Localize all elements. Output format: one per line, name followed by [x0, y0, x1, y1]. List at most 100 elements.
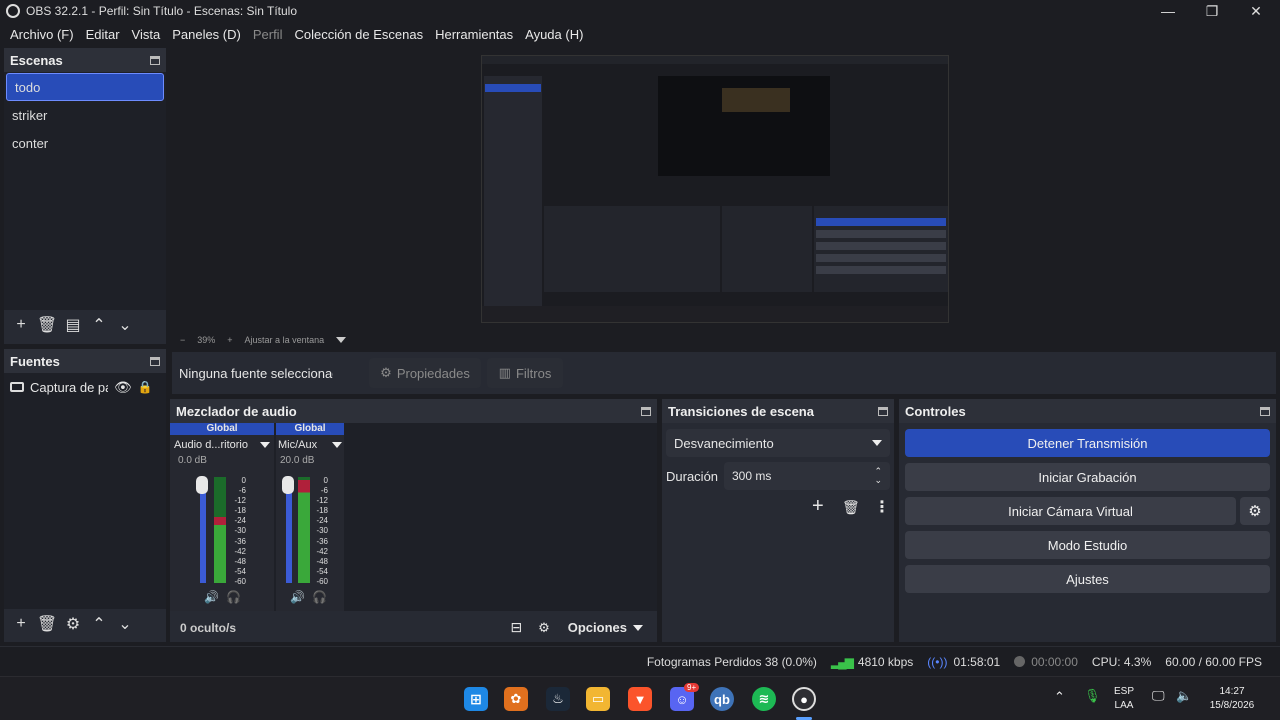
- add-transition-icon[interactable]: +: [812, 495, 824, 518]
- menu-paneles[interactable]: Paneles (D): [166, 27, 247, 42]
- eye-icon[interactable]: 👁: [114, 379, 132, 396]
- microphone-icon[interactable]: 🎙: [1084, 689, 1101, 703]
- filters-icon: ▥: [498, 365, 511, 380]
- speaker-icon[interactable]: 🔊: [290, 590, 305, 604]
- signal-bars-icon: ▂▄▆: [830, 654, 854, 669]
- monitor-icon: [10, 382, 24, 392]
- volume-slider-track[interactable]: [200, 479, 206, 583]
- stop-stream-button[interactable]: Detener Transmisión: [905, 429, 1270, 457]
- brave-icon[interactable]: ▼: [628, 687, 652, 711]
- spotify-icon[interactable]: ≋: [752, 687, 776, 711]
- source-item[interactable]: Captura de pa 👁 🔒: [4, 373, 166, 401]
- sources-toolbar: + 🗑 ⚙ ⌃ ⌄: [4, 609, 166, 639]
- stream-time: 01:58:01: [953, 654, 1001, 669]
- fl-studio-icon[interactable]: ✿: [504, 687, 528, 711]
- undock-icon[interactable]: [150, 356, 160, 366]
- scene-filters-icon[interactable]: ▤: [60, 312, 86, 338]
- move-down-icon[interactable]: ⌄: [112, 611, 138, 637]
- menu-herramientas[interactable]: Herramientas: [429, 27, 519, 42]
- sources-dock: Fuentes Captura de pa 👁 🔒 + 🗑 ⚙ ⌃ ⌄: [4, 349, 166, 642]
- scene-item-striker[interactable]: striker: [4, 101, 166, 129]
- volume-slider-handle[interactable]: [196, 476, 208, 494]
- menu-coleccion[interactable]: Colección de Escenas: [288, 27, 429, 42]
- bitrate: 4810 kbps: [857, 654, 914, 669]
- duration-spinbox[interactable]: 300 ms ⌃ ⌄: [724, 462, 890, 490]
- lock-icon[interactable]: 🔒: [138, 380, 153, 394]
- advanced-audio-icon[interactable]: ⚙: [538, 620, 550, 636]
- menu-editar[interactable]: Editar: [80, 27, 126, 42]
- headphones-icon[interactable]: 🎧: [312, 590, 327, 604]
- menu-bar: Archivo (F) Editar Vista Paneles (D) Per…: [0, 22, 1280, 46]
- zoom-out-icon[interactable]: −: [180, 335, 185, 345]
- steam-icon[interactable]: ♨: [546, 687, 570, 711]
- volume-slider-handle[interactable]: [282, 476, 294, 494]
- obs-logo-icon: [6, 4, 20, 18]
- windows-start-icon[interactable]: ⊞: [464, 687, 488, 711]
- undock-icon[interactable]: [1260, 406, 1270, 416]
- source-label: Captura de pa: [30, 379, 108, 395]
- duration-label: Duración: [666, 469, 719, 484]
- start-recording-button[interactable]: Iniciar Grabación: [905, 463, 1270, 491]
- maximize-icon[interactable]: ❐: [1190, 0, 1234, 22]
- qbittorrent-icon[interactable]: qb: [710, 687, 734, 711]
- clock[interactable]: 14:27 15/8/2026: [1204, 685, 1260, 713]
- dropped-frames: Fotogramas Perdidos 38 (0.0%): [646, 654, 817, 669]
- remove-transition-icon[interactable]: 🗑: [842, 499, 860, 516]
- scenes-list: todo striker conter: [4, 72, 166, 310]
- undock-icon[interactable]: [878, 406, 888, 416]
- studio-mode-button[interactable]: Modo Estudio: [905, 531, 1270, 559]
- remove-scene-icon[interactable]: 🗑: [34, 312, 60, 338]
- volume-icon[interactable]: 🔈: [1176, 689, 1192, 703]
- add-source-icon[interactable]: +: [8, 611, 34, 637]
- menu-ayuda[interactable]: Ayuda (H): [519, 27, 589, 42]
- close-icon[interactable]: ✕: [1234, 0, 1278, 22]
- gear-icon: ⚙: [380, 365, 392, 380]
- move-down-icon[interactable]: ⌄: [112, 312, 138, 338]
- virtual-camera-button[interactable]: Iniciar Cámara Virtual: [905, 497, 1236, 525]
- channel-menu-icon[interactable]: [260, 442, 270, 448]
- add-scene-icon[interactable]: +: [8, 312, 34, 338]
- cpu-usage: CPU: 4.3%: [1091, 654, 1152, 669]
- channel-menu-icon[interactable]: [332, 442, 342, 448]
- options-button[interactable]: Opciones: [568, 620, 627, 635]
- fit-window-label[interactable]: Ajustar a la ventana: [245, 335, 325, 345]
- record-icon: [1014, 656, 1026, 667]
- undock-icon[interactable]: [150, 55, 160, 65]
- undock-icon[interactable]: [641, 406, 651, 416]
- scene-item-todo[interactable]: todo: [6, 73, 164, 101]
- source-properties-icon[interactable]: ⚙: [60, 611, 86, 637]
- chevron-up-icon[interactable]: ⌃: [1054, 690, 1065, 704]
- menu-archivo[interactable]: Archivo (F): [4, 27, 80, 42]
- speaker-icon[interactable]: 🔊: [204, 590, 219, 604]
- network-icon[interactable]: 🖵: [1152, 689, 1165, 703]
- settings-button[interactable]: Ajustes: [905, 565, 1270, 593]
- more-options-icon[interactable]: ⋮: [874, 497, 890, 517]
- preview-capture: [481, 55, 949, 323]
- volume-slider-track[interactable]: [286, 479, 292, 583]
- remove-source-icon[interactable]: 🗑: [34, 611, 60, 637]
- move-up-icon[interactable]: ⌃: [86, 611, 112, 637]
- filters-button: ▥ Filtros: [487, 358, 563, 388]
- language-indicator[interactable]: ESP LAA: [1114, 685, 1134, 713]
- file-explorer-icon[interactable]: ▭: [586, 687, 610, 711]
- minimize-icon[interactable]: —: [1146, 0, 1190, 22]
- move-up-icon[interactable]: ⌃: [86, 312, 112, 338]
- preview-zoom-bar: − 39% + Ajustar a la ventana: [174, 332, 1278, 348]
- transition-select[interactable]: Desvanecimiento: [666, 429, 890, 457]
- scenes-dock: Escenas todo striker conter + 🗑 ▤ ⌃ ⌄: [4, 48, 166, 344]
- properties-button: ⚙ Propiedades: [369, 358, 481, 388]
- options-dropdown-icon[interactable]: [633, 624, 643, 631]
- obs-taskbar-icon[interactable]: ●: [792, 687, 816, 711]
- scene-item-conter[interactable]: conter: [4, 129, 166, 157]
- layout-icon[interactable]: ⊟: [510, 619, 522, 636]
- menu-vista[interactable]: Vista: [126, 27, 167, 42]
- spin-arrows-icon[interactable]: ⌃ ⌄: [874, 467, 882, 485]
- level-meter: [220, 517, 226, 583]
- status-bar: Fotogramas Perdidos 38 (0.0%) ▂▄▆ 4810 k…: [0, 646, 1280, 676]
- virtual-camera-settings-icon[interactable]: ⚙: [1240, 497, 1270, 525]
- menu-perfil: Perfil: [252, 26, 283, 42]
- level-meter: [304, 480, 310, 583]
- headphones-icon[interactable]: 🎧: [226, 590, 241, 604]
- fit-dropdown-icon[interactable]: [336, 337, 347, 343]
- zoom-in-icon[interactable]: +: [227, 335, 232, 345]
